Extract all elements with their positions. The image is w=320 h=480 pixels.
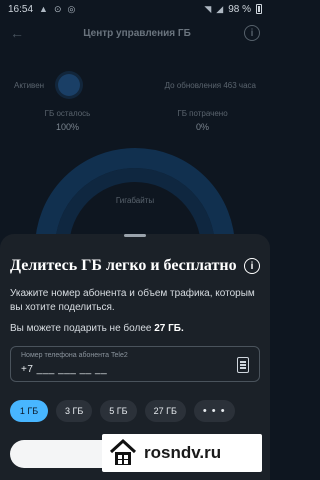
limit-text: Вы можете подарить не более 27 ГБ. <box>10 323 260 334</box>
sheet-description: Укажите номер абонента и объем трафика, … <box>10 288 255 313</box>
phone-field-label: Номер телефона абонента Tele2 <box>21 352 128 359</box>
sheet-title: Делитесь ГБ легко и бесплатно <box>10 257 237 274</box>
chip-more[interactable]: • • • <box>193 400 235 422</box>
gb-spent-stat: ГБ потрачено 0% <box>135 109 270 132</box>
contact-book-icon[interactable] <box>237 357 249 373</box>
house-icon <box>109 438 137 465</box>
back-arrow-icon[interactable]: ← <box>10 25 30 41</box>
gb-left-label: ГБ осталось <box>44 109 91 118</box>
signal-icon: ◢ <box>216 3 224 14</box>
gb-spent-value: 0% <box>195 122 209 132</box>
limit-value: 27 ГБ. <box>154 323 184 334</box>
location-icon: ⊙ <box>53 3 62 14</box>
status-row: Активен До обновления 463 часа <box>14 74 256 96</box>
wifi-icon: ◥ <box>204 3 212 14</box>
status-bar: 16:54 ▲ ⊙ ◎ ◥ ◢ 98 % <box>0 0 270 18</box>
chip-3gb[interactable]: 3 ГБ <box>56 400 93 422</box>
watermark-logo: rosndv.ru <box>102 434 262 472</box>
limit-prefix: Вы можете подарить не более <box>10 323 152 334</box>
update-label: До обновления 463 часа <box>164 80 256 90</box>
battery-icon <box>256 4 262 14</box>
status-time: 16:54 <box>8 3 34 15</box>
chip-27gb[interactable]: 27 ГБ <box>144 400 186 422</box>
page-title: Центр управления ГБ <box>83 27 191 39</box>
sheet-drag-handle[interactable] <box>124 234 146 237</box>
phone-number-field[interactable]: Номер телефона абонента Tele2 +7 ___ ___… <box>10 346 260 382</box>
active-toggle[interactable] <box>58 74 81 96</box>
gb-left-stat: ГБ осталось 100% <box>0 109 135 132</box>
vpn-icon: ◎ <box>67 3 76 14</box>
chip-1gb[interactable]: 1 ГБ <box>10 400 48 422</box>
gb-spent-label: ГБ потрачено <box>177 109 228 118</box>
amount-chips: 1 ГБ 3 ГБ 5 ГБ 27 ГБ • • • <box>10 400 260 422</box>
stats-row: ГБ осталось 100% ГБ потрачено 0% <box>0 109 270 132</box>
chip-5gb[interactable]: 5 ГБ <box>100 400 137 422</box>
active-label: Активен <box>14 80 45 90</box>
sheet-header: Делитесь ГБ легко и бесплатно i <box>10 257 260 275</box>
watermark-text: rosndv.ru <box>144 443 222 462</box>
alert-icon: ▲ <box>39 4 48 14</box>
phone-field-value[interactable]: +7 ___ ___ __ __ <box>21 364 249 375</box>
info-icon[interactable]: i <box>244 258 260 274</box>
info-icon[interactable]: i <box>244 25 260 41</box>
top-bar: ← Центр управления ГБ i <box>0 18 270 48</box>
gb-left-value: 100% <box>55 122 80 132</box>
gauge-label: Гигабайты <box>115 196 155 205</box>
battery-level: 98 % <box>228 3 251 15</box>
